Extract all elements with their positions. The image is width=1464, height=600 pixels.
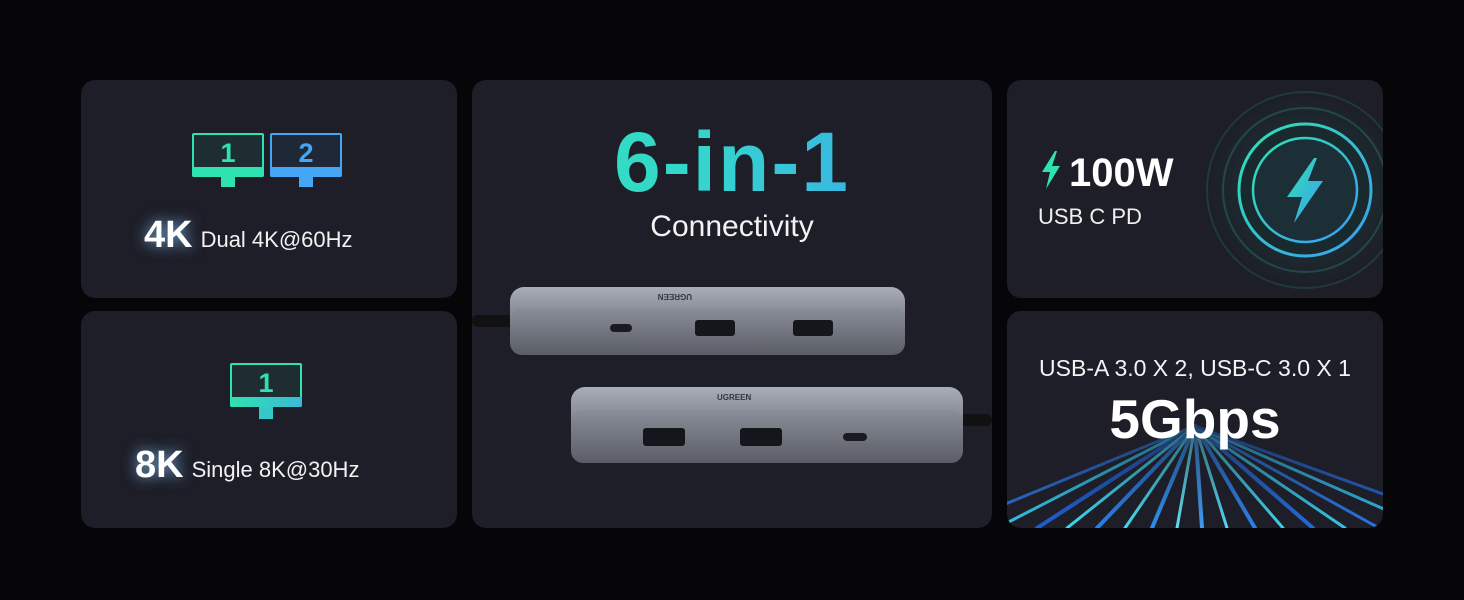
speed-value: 5Gbps [1109, 388, 1281, 450]
charging-rings-icon [1206, 91, 1383, 289]
monitor-number: 1 [220, 138, 236, 168]
monitor-number: 2 [298, 138, 314, 168]
resolution-description: Dual 4K@60Hz [200, 227, 353, 252]
ports-description: USB-A 3.0 X 2, USB-C 3.0 X 1 [1039, 355, 1351, 381]
data-speed-card: USB-A 3.0 X 2, USB-C 3.0 X 1 5Gbps [1007, 311, 1383, 528]
dual-4k-card: 1 2 4K Dual 4K@60Hz [81, 80, 457, 298]
resolution-label: 8K [135, 444, 184, 486]
hub-bottom: UGREEN [571, 387, 992, 463]
hub-top: UGREEN [472, 287, 905, 355]
pd-description: USB C PD [1038, 204, 1142, 229]
wattage-label: 100W [1039, 150, 1174, 193]
single-8k-card: 1 8K Single 8K@30Hz [81, 311, 457, 528]
monitor-2-icon: 2 [270, 133, 342, 193]
wattage-value: 100W [1069, 151, 1174, 195]
resolution-description: Single 8K@30Hz [191, 457, 360, 482]
power-delivery-card: 100W USB C PD [1007, 80, 1383, 298]
brand-logo: UGREEN [717, 393, 751, 402]
monitor-1-icon: 1 [192, 133, 264, 193]
lightning-bolt-icon [1042, 151, 1060, 189]
usb-hub-illustration: UGREEN UGREEN [472, 287, 992, 463]
monitor-number: 1 [258, 368, 274, 398]
connectivity-card: 6-in-1 Connectivity UGREEN UGREEN [472, 80, 992, 528]
resolution-label: 4K [144, 214, 193, 256]
brand-logo: UGREEN [658, 292, 692, 301]
monitor-icon: 1 [230, 363, 302, 425]
